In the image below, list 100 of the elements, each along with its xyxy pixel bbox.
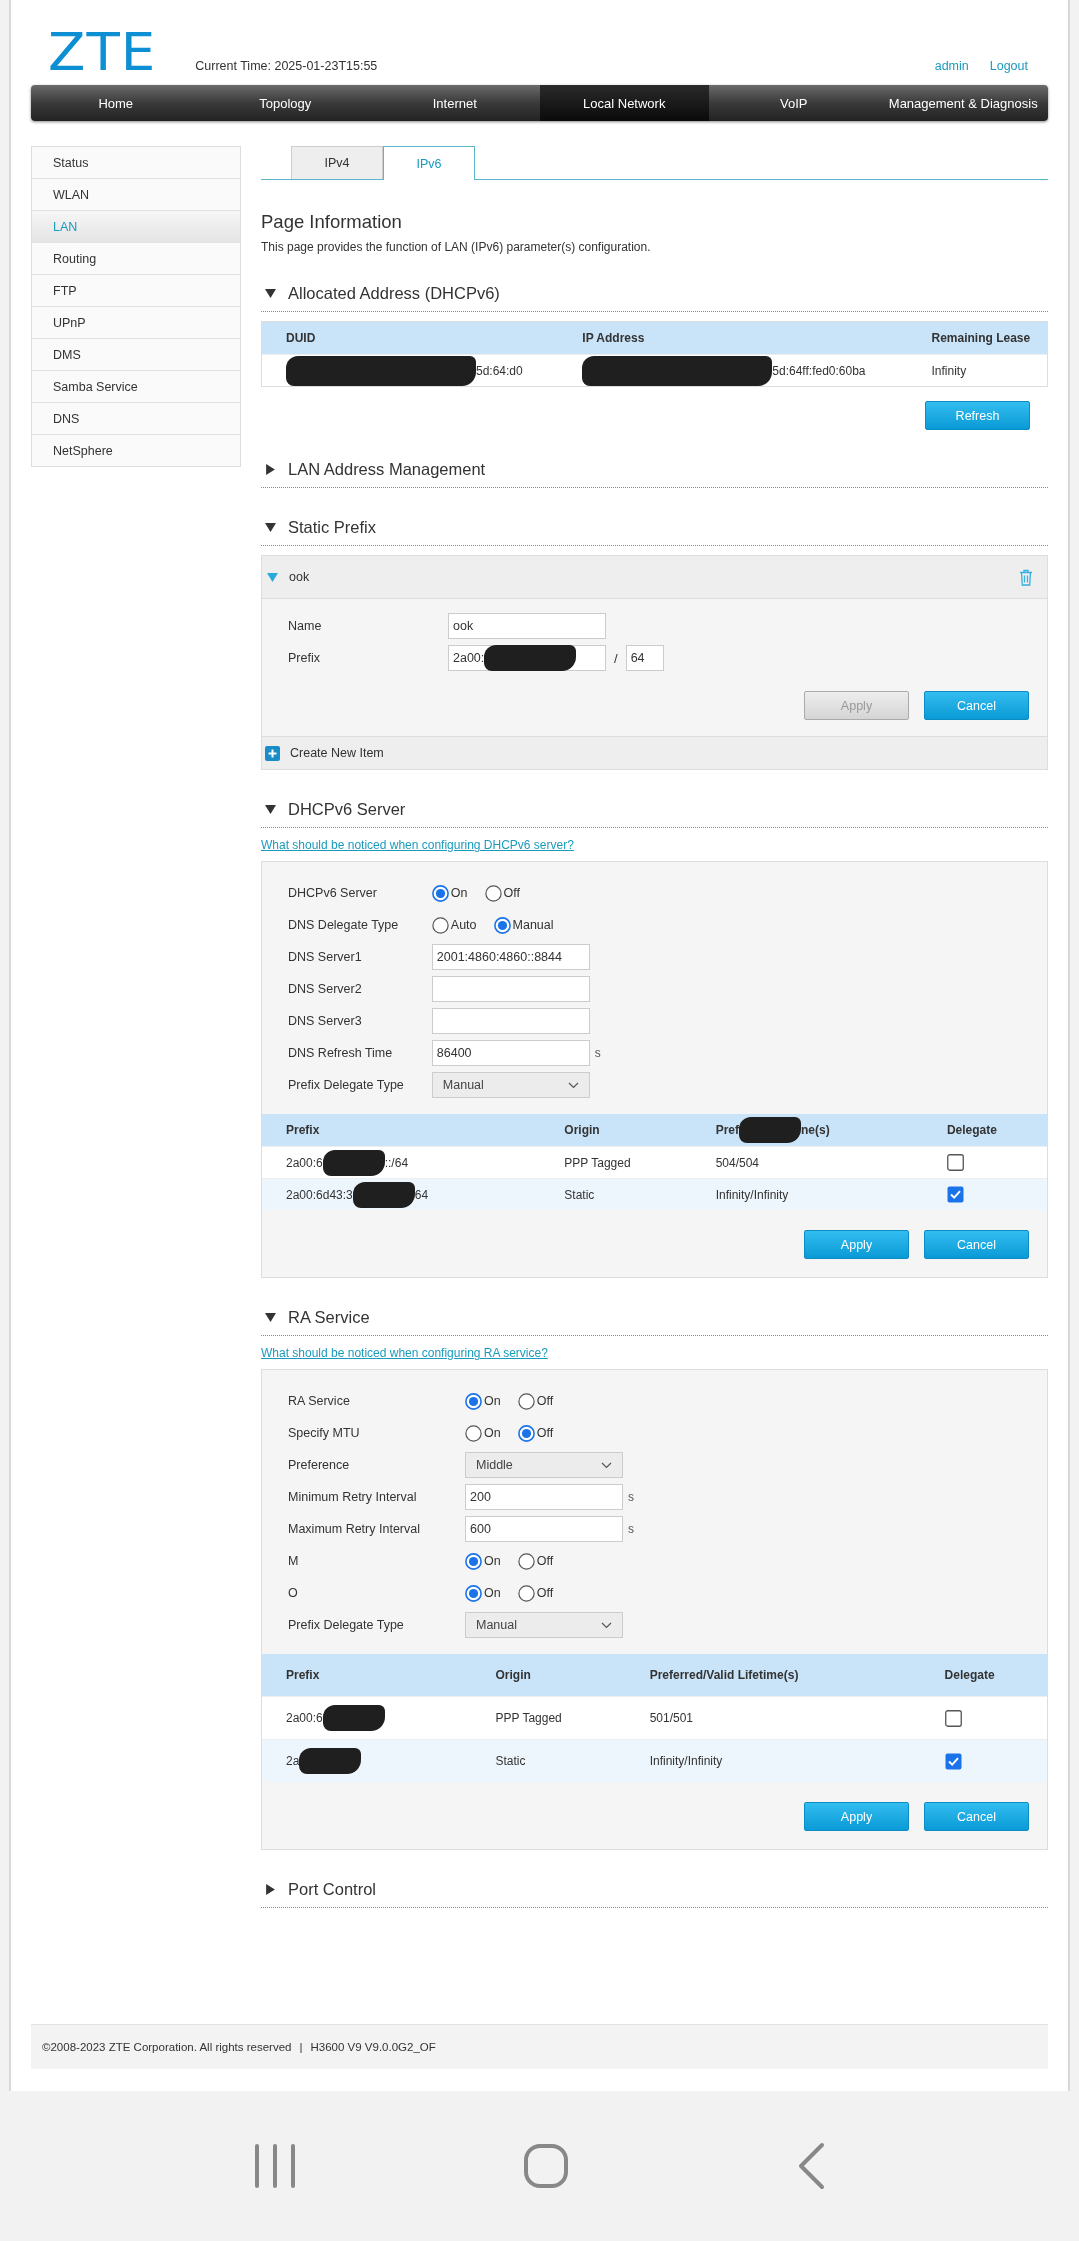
sidebar-item[interactable]: WLAN bbox=[32, 179, 240, 211]
checkbox[interactable] bbox=[946, 1186, 964, 1203]
field-label: Prefix Delegate Type bbox=[288, 1078, 404, 1092]
nav-tab[interactable]: Home bbox=[31, 85, 201, 121]
input-field[interactable]: 2a00: bbox=[448, 645, 606, 671]
sidebar-item[interactable]: Status bbox=[32, 147, 240, 179]
checkbox[interactable] bbox=[946, 1154, 964, 1171]
field-label: Preference bbox=[288, 1458, 351, 1472]
checkbox[interactable] bbox=[944, 1752, 962, 1770]
column-header: DUID bbox=[286, 331, 316, 345]
version-text: H3600 V9 V9.0.0G2_OF bbox=[310, 2041, 436, 2053]
radio-button[interactable] bbox=[493, 916, 511, 934]
option-label: Manual bbox=[512, 918, 554, 932]
input-field[interactable]: 64 bbox=[625, 645, 664, 671]
table-cell: 2a00:6 bbox=[286, 1711, 323, 1725]
radio-button[interactable] bbox=[517, 1552, 535, 1570]
input-field[interactable]: 200 bbox=[465, 1484, 623, 1510]
table-cell: PPP Tagged bbox=[564, 1155, 631, 1170]
copyright-text: ©2008-2023 ZTE Corporation. All rights reserved bbox=[42, 2041, 292, 2053]
create-item-label[interactable]: Create New Item bbox=[290, 746, 384, 760]
page-title: Page Information bbox=[261, 211, 403, 233]
column-header: Delegate bbox=[944, 1668, 995, 1682]
unit-label: s bbox=[628, 1490, 634, 1504]
radio-button[interactable] bbox=[484, 884, 502, 902]
recent-apps-icon[interactable] bbox=[253, 2144, 296, 2188]
radio-button[interactable] bbox=[465, 1424, 482, 1442]
radio-button[interactable] bbox=[465, 1584, 482, 1602]
radio-button[interactable] bbox=[431, 916, 449, 934]
caret-icon[interactable] bbox=[265, 464, 276, 475]
chevron-icon bbox=[567, 1081, 579, 1089]
field-label: Prefix bbox=[288, 651, 321, 665]
option-label: Off bbox=[503, 886, 520, 900]
table-cell: PPP Tagged bbox=[495, 1711, 562, 1725]
radio-button[interactable] bbox=[465, 1552, 482, 1570]
column-header: Preferred/Valid Lifetime(s) bbox=[649, 1668, 799, 1682]
home-icon[interactable] bbox=[523, 2143, 570, 2189]
caret-icon[interactable] bbox=[265, 288, 276, 299]
caret-icon[interactable] bbox=[265, 1312, 276, 1323]
sidebar-item[interactable]: DNS bbox=[32, 403, 240, 435]
separator: / bbox=[614, 650, 618, 666]
section-title: Port Control bbox=[288, 1880, 377, 1899]
column-header: Delegate bbox=[946, 1123, 997, 1137]
caret-icon[interactable] bbox=[265, 522, 276, 533]
caret-icon[interactable] bbox=[265, 1884, 276, 1895]
option-label: Auto bbox=[450, 918, 477, 932]
nav-tab[interactable]: Topology bbox=[200, 85, 370, 121]
column-header: Remaining Lease bbox=[931, 331, 1031, 345]
option-label: Off bbox=[536, 1426, 554, 1440]
radio-button[interactable] bbox=[517, 1424, 535, 1442]
field-label: RA Service bbox=[288, 1394, 351, 1408]
option-label: Off bbox=[536, 1586, 554, 1600]
field-label: O bbox=[288, 1586, 299, 1600]
option-label: On bbox=[484, 1394, 501, 1408]
field-label: M bbox=[288, 1554, 300, 1568]
column-header: ne(s) bbox=[801, 1123, 830, 1137]
table-cell: 2a bbox=[286, 1754, 300, 1768]
nav-tab[interactable]: Management & Diagnosis bbox=[878, 85, 1048, 121]
back-icon[interactable] bbox=[797, 2142, 826, 2190]
nav-tab[interactable]: Local Network bbox=[539, 85, 709, 121]
input-field[interactable] bbox=[431, 976, 590, 1002]
unit-label: s bbox=[594, 1046, 601, 1060]
nav-tab[interactable]: Internet bbox=[370, 85, 540, 121]
dropdown[interactable]: Middle bbox=[465, 1452, 623, 1478]
sidebar-item[interactable]: Samba Service bbox=[32, 371, 240, 403]
table-cell: Static bbox=[564, 1187, 595, 1202]
table-cell: Infinity bbox=[931, 363, 967, 378]
sidebar-item[interactable]: DMS bbox=[32, 339, 240, 371]
nav-tab[interactable]: VoIP bbox=[709, 85, 879, 121]
field-label: Name bbox=[288, 619, 323, 633]
radio-button[interactable] bbox=[465, 1392, 482, 1410]
checkbox[interactable] bbox=[944, 1709, 962, 1727]
separator: | bbox=[299, 2041, 303, 2053]
dropdown[interactable]: Manual bbox=[431, 1072, 590, 1098]
option-label: On bbox=[484, 1554, 501, 1568]
radio-button[interactable] bbox=[517, 1584, 535, 1602]
sidebar-item[interactable]: UPnP bbox=[32, 307, 240, 339]
table-cell: 501/501 bbox=[649, 1711, 694, 1725]
dropdown[interactable]: Manual bbox=[465, 1612, 623, 1638]
column-header: Origin bbox=[495, 1668, 531, 1682]
add-icon[interactable] bbox=[265, 745, 280, 761]
radio-button[interactable] bbox=[517, 1392, 535, 1410]
section-title: RA Service bbox=[288, 1308, 370, 1327]
sidebar-item[interactable]: NetSphere bbox=[32, 435, 240, 466]
radio-button[interactable] bbox=[431, 884, 449, 902]
input-field[interactable]: ook bbox=[448, 613, 606, 639]
sidebar-item[interactable]: FTP bbox=[32, 275, 240, 307]
input-field[interactable]: 600 bbox=[465, 1516, 623, 1542]
table-cell: ::/64 bbox=[384, 1155, 409, 1170]
input-field[interactable] bbox=[431, 1008, 590, 1034]
table-cell: Static bbox=[495, 1754, 526, 1768]
column-header: Prefix bbox=[286, 1668, 320, 1682]
input-field[interactable]: 2001:4860:4860::8844 bbox=[431, 944, 590, 970]
page-description: This page provides the function of LAN (IPv6) parameter(s) configuration. bbox=[261, 240, 652, 254]
input-field[interactable]: 86400 bbox=[431, 1040, 590, 1066]
caret-icon[interactable] bbox=[265, 804, 276, 815]
table-cell: 504/504 bbox=[715, 1155, 760, 1170]
sidebar-item[interactable]: Routing bbox=[32, 243, 240, 275]
table-cell: 5d:64:d0 bbox=[476, 363, 523, 378]
option-label: On bbox=[484, 1586, 501, 1600]
tab[interactable]: IPv4 bbox=[291, 146, 383, 179]
